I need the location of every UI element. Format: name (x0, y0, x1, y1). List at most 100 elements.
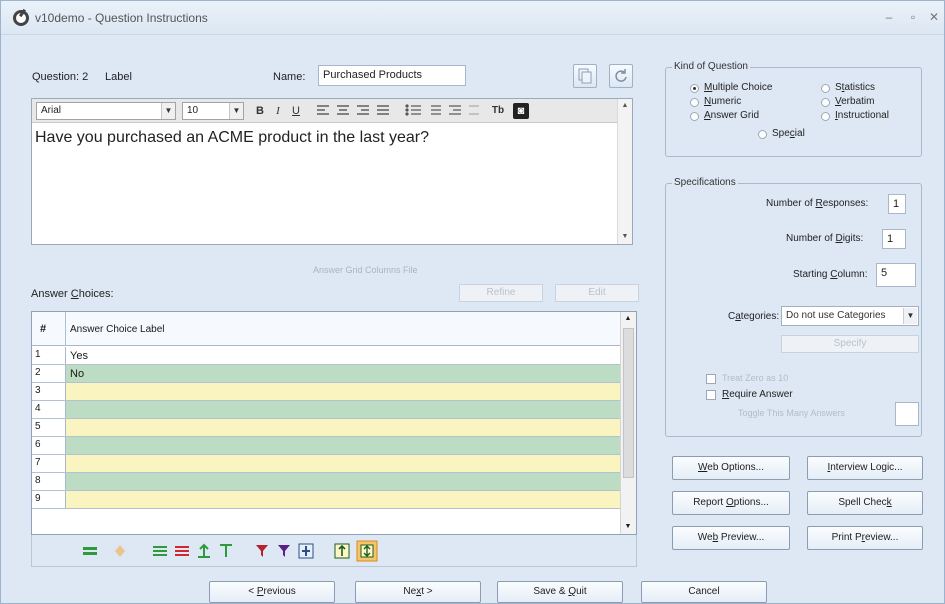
underline-icon[interactable]: U (290, 103, 302, 119)
specify-button[interactable]: Specify (781, 335, 919, 353)
answer-choice-grid[interactable]: # Answer Choice Label 1 Yes 2 No 3 4 5 6 7 8 9 ▲ ▼ (31, 311, 637, 535)
grid-scrollbar[interactable]: ▲ ▼ (620, 312, 636, 534)
instructional-label[interactable]: Instructional (835, 110, 889, 121)
app-logo-icon (13, 10, 29, 26)
name-field[interactable]: Purchased Products (318, 65, 466, 86)
chevron-down-icon: ▼ (903, 308, 917, 324)
row-number: 4 (32, 401, 66, 418)
starting-column-label: Starting Column: (793, 269, 868, 280)
edit-button[interactable]: Edit (555, 284, 639, 302)
answer-grid-label[interactable]: Answer Grid (704, 110, 759, 121)
move-down-icon[interactable] (218, 543, 234, 559)
num-digits-field[interactable]: 1 (882, 229, 906, 249)
title-bar: v10demo - Question Instructions – ▫ ✕ (1, 1, 944, 35)
filter-clear-icon[interactable] (276, 543, 292, 559)
starting-column-field[interactable]: 5 (876, 263, 916, 287)
table-row[interactable]: 7 (32, 455, 621, 473)
previous-button[interactable]: < Previous (209, 581, 335, 603)
scroll-thumb[interactable] (623, 328, 634, 478)
question-text[interactable]: Have you purchased an ACME product in th… (35, 129, 429, 147)
font-size-value: 10 (187, 105, 199, 116)
table-row[interactable]: 1 Yes (32, 347, 621, 365)
statistics-radio[interactable] (821, 84, 830, 93)
save-quit-button[interactable]: Save & Quit (497, 581, 623, 603)
grid-settings-icon[interactable] (298, 543, 314, 559)
web-options-button[interactable]: Web Options... (672, 456, 790, 480)
verbatim-radio[interactable] (821, 98, 830, 107)
treat-zero-checkbox[interactable] (706, 374, 716, 384)
maximize-icon[interactable]: ▫ (904, 9, 922, 25)
numeric-label[interactable]: Numeric (704, 96, 741, 107)
next-button[interactable]: Next > (355, 581, 481, 603)
answer-choice-label[interactable]: No (70, 368, 84, 380)
multiple-choice-label[interactable]: Multiple Choice (704, 82, 772, 93)
text-color-icon[interactable]: Tb (489, 103, 507, 119)
grid-columns-file-label: Answer Grid Columns File (313, 265, 418, 275)
specifications-title: Specifications (672, 177, 738, 188)
sort-icon[interactable] (334, 543, 350, 559)
column-label-header: Answer Choice Label (70, 324, 165, 335)
move-up-icon[interactable] (196, 543, 212, 559)
alignment-icons[interactable] (315, 103, 395, 119)
delete-rows-icon[interactable] (174, 543, 190, 559)
scroll-down-icon[interactable]: ▼ (618, 230, 632, 244)
specifications-group: Specifications Number of Responses: 1 Nu… (665, 177, 922, 437)
list-indent-icons[interactable] (405, 103, 481, 119)
multiple-choice-radio[interactable] (690, 84, 699, 93)
special-radio[interactable] (758, 130, 767, 139)
require-answer-checkbox[interactable] (706, 390, 716, 400)
fit-rows-icon[interactable] (356, 540, 378, 562)
editor-scrollbar[interactable]: ▲ ▼ (617, 99, 632, 244)
numeric-radio[interactable] (690, 98, 699, 107)
kind-of-question-group: Kind of Question Multiple Choice Numeric… (665, 61, 922, 157)
close-icon[interactable]: ✕ (925, 9, 943, 25)
copy-question-icon[interactable] (573, 64, 597, 88)
move-disabled-icon[interactable] (112, 543, 128, 559)
chevron-down-icon: ▼ (229, 103, 243, 119)
answer-choice-label[interactable]: Yes (70, 350, 88, 362)
spell-check-button[interactable]: Spell Check (807, 491, 923, 515)
row-number: 6 (32, 437, 66, 454)
window-title: v10demo - Question Instructions (35, 11, 208, 25)
categories-select[interactable]: Do not use Categories ▼ (781, 306, 919, 326)
insert-row-icon[interactable] (82, 543, 98, 559)
table-row[interactable]: 4 (32, 401, 621, 419)
interview-logic-button[interactable]: Interview Logic... (807, 456, 923, 480)
refine-button[interactable]: Refine (459, 284, 543, 302)
question-text-editor[interactable]: Arial ▼ 10 ▼ B I U Tb ◙ Have you purchas… (31, 98, 633, 245)
refresh-icon[interactable] (609, 64, 633, 88)
scroll-up-icon[interactable]: ▲ (618, 99, 632, 113)
bold-icon[interactable]: B (254, 103, 266, 119)
toggle-many-field[interactable] (895, 402, 919, 426)
report-options-button[interactable]: Report Options... (672, 491, 790, 515)
table-row[interactable]: 3 (32, 383, 621, 401)
html-source-icon[interactable]: ◙ (513, 103, 529, 119)
name-caption: Name: (273, 71, 306, 83)
table-row[interactable]: 5 (32, 419, 621, 437)
row-number: 2 (32, 365, 66, 382)
statistics-label[interactable]: Statistics (835, 82, 875, 93)
num-responses-field[interactable]: 1 (888, 194, 906, 214)
table-row[interactable]: 2 No (32, 365, 621, 383)
answer-grid-radio[interactable] (690, 112, 699, 121)
require-answer-label: Require Answer (722, 389, 793, 400)
grid-toolbar (31, 535, 637, 567)
filter-icon[interactable] (254, 543, 270, 559)
table-row[interactable]: 8 (32, 473, 621, 491)
print-preview-button[interactable]: Print Preview... (807, 526, 923, 550)
italic-icon[interactable]: I (272, 103, 284, 119)
add-rows-icon[interactable] (152, 543, 168, 559)
table-row[interactable]: 9 (32, 491, 621, 509)
verbatim-label[interactable]: Verbatim (835, 96, 874, 107)
instructional-radio[interactable] (821, 112, 830, 121)
minimize-icon[interactable]: – (880, 9, 898, 25)
answer-choices-label: Answer Choices: (31, 288, 114, 300)
special-label[interactable]: Special (772, 128, 805, 139)
font-size-select[interactable]: 10 ▼ (182, 102, 244, 120)
scroll-up-icon[interactable]: ▲ (621, 312, 635, 326)
web-preview-button[interactable]: Web Preview... (672, 526, 790, 550)
table-row[interactable]: 6 (32, 437, 621, 455)
cancel-button[interactable]: Cancel (641, 581, 767, 603)
font-select[interactable]: Arial ▼ (36, 102, 176, 120)
scroll-down-icon[interactable]: ▼ (621, 520, 635, 534)
